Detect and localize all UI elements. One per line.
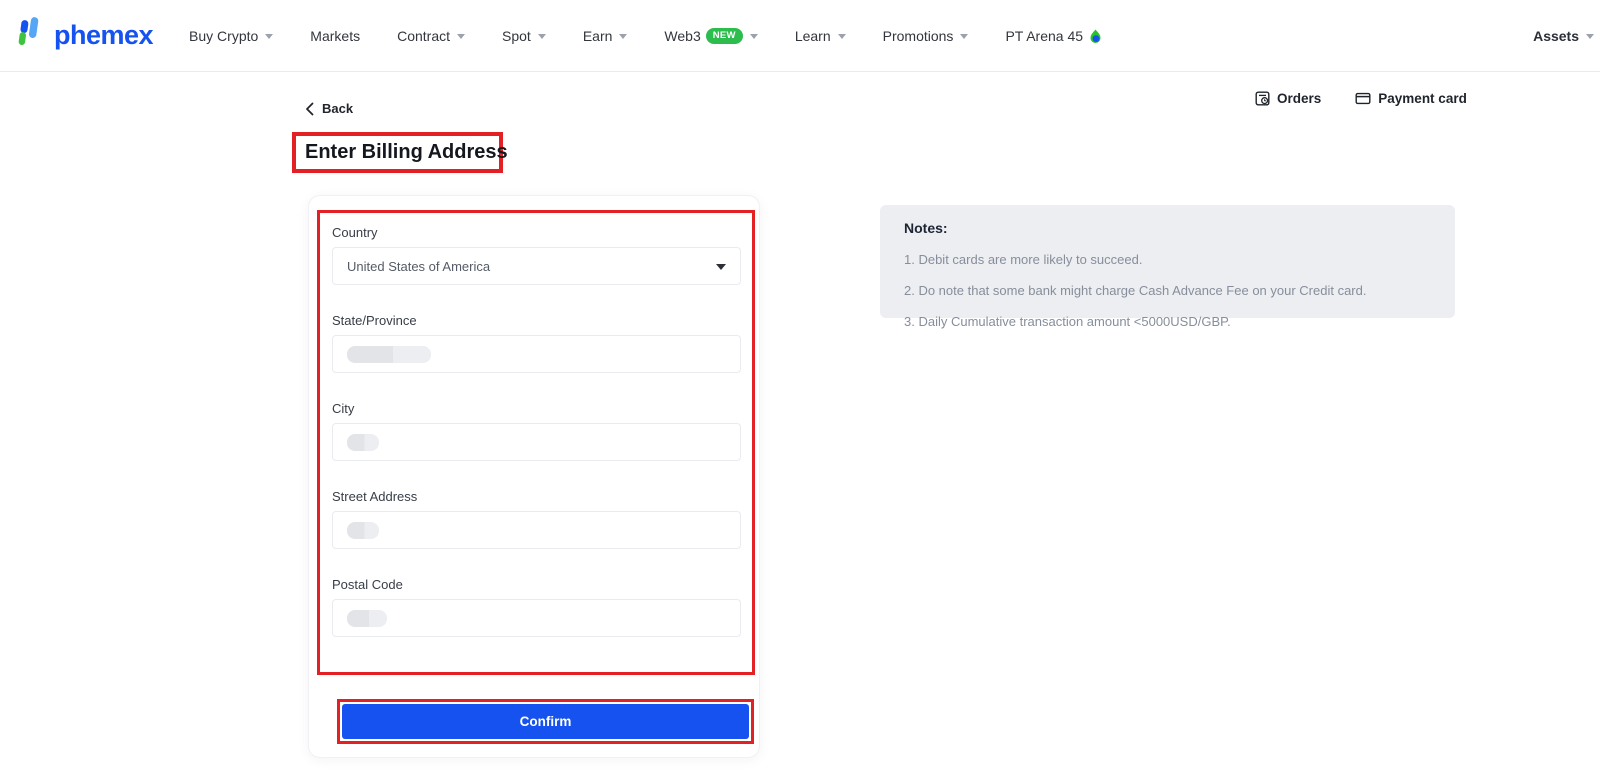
- notes-list: 1. Debit cards are more likely to succee…: [904, 252, 1431, 329]
- payment-card-label: Payment card: [1378, 91, 1467, 106]
- nav-item-learn[interactable]: Learn: [795, 28, 846, 44]
- note-item: 1. Debit cards are more likely to succee…: [904, 252, 1431, 267]
- nav-item-label: Earn: [583, 28, 613, 44]
- notes-title: Notes:: [904, 220, 1431, 236]
- notes-panel: Notes: 1. Debit cards are more likely to…: [880, 205, 1455, 318]
- nav-item-contract[interactable]: Contract: [397, 28, 465, 44]
- redacted-value: [347, 610, 387, 627]
- confirm-button[interactable]: Confirm: [342, 704, 749, 739]
- chevron-down-icon: [1586, 34, 1594, 39]
- main-nav: Buy Crypto Markets Contract Spot Earn Web3 NEW…: [189, 28, 1102, 44]
- city-label: City: [332, 401, 741, 416]
- street-field-group: Street Address: [332, 489, 741, 549]
- nav-item-promotions[interactable]: Promotions: [883, 28, 969, 44]
- title-annotation-box: Enter Billing Address: [292, 132, 503, 173]
- state-field-group: State/Province: [332, 313, 741, 373]
- chevron-down-icon: [538, 34, 546, 39]
- payment-card-button[interactable]: Payment card: [1355, 91, 1467, 106]
- city-field-group: City: [332, 401, 741, 461]
- page: phemex Buy Crypto Markets Contract Spot Earn…: [0, 0, 1600, 783]
- back-label: Back: [322, 101, 353, 116]
- country-label: Country: [332, 225, 741, 240]
- phemex-logo-icon: [14, 13, 50, 58]
- back-button[interactable]: Back: [305, 101, 353, 116]
- note-item: 2. Do note that some bank might charge C…: [904, 283, 1431, 298]
- country-select[interactable]: United States of America: [332, 247, 741, 285]
- nav-item-earn[interactable]: Earn: [583, 28, 628, 44]
- nav-item-buy-crypto[interactable]: Buy Crypto: [189, 28, 273, 44]
- confirm-annotation-box: Confirm: [337, 699, 754, 744]
- chevron-down-icon: [960, 34, 968, 39]
- postal-input[interactable]: [332, 599, 741, 637]
- orders-icon: [1255, 91, 1270, 106]
- new-badge: NEW: [706, 28, 743, 44]
- nav-item-assets[interactable]: Assets: [1533, 28, 1594, 44]
- fields-annotation-box: Country United States of America State/P…: [317, 210, 755, 675]
- assets-label: Assets: [1533, 28, 1579, 44]
- chevron-down-icon: [457, 34, 465, 39]
- nav-item-label: Markets: [310, 28, 360, 44]
- city-input[interactable]: [332, 423, 741, 461]
- state-input[interactable]: [332, 335, 741, 373]
- nav-item-label: Spot: [502, 28, 531, 44]
- orders-label: Orders: [1277, 91, 1321, 106]
- postal-label: Postal Code: [332, 577, 741, 592]
- orders-button[interactable]: Orders: [1255, 91, 1321, 106]
- note-item: 3. Daily Cumulative transaction amount <…: [904, 314, 1431, 329]
- chevron-down-icon: [265, 34, 273, 39]
- nav-item-pt-arena-45[interactable]: PT Arena 45: [1005, 28, 1102, 44]
- redacted-value: [347, 434, 379, 451]
- nav-item-label: Contract: [397, 28, 450, 44]
- page-title: Enter Billing Address: [296, 141, 508, 164]
- nav-item-label: Buy Crypto: [189, 28, 258, 44]
- phemex-logo-text: phemex: [54, 20, 153, 51]
- payment-card-icon: [1355, 91, 1371, 106]
- nav-item-markets[interactable]: Markets: [310, 28, 360, 44]
- chevron-down-icon: [750, 34, 758, 39]
- nav-item-label: Promotions: [883, 28, 954, 44]
- nav-item-spot[interactable]: Spot: [502, 28, 546, 44]
- billing-address-card: Country United States of America State/P…: [308, 195, 760, 758]
- redacted-value: [347, 346, 431, 363]
- header-actions: Orders Payment card: [1255, 91, 1467, 106]
- state-label: State/Province: [332, 313, 741, 328]
- postal-field-group: Postal Code: [332, 577, 741, 637]
- nav-item-label: PT Arena 45: [1005, 28, 1083, 44]
- chevron-left-icon: [305, 102, 314, 116]
- chevron-down-icon: [619, 34, 627, 39]
- country-value: United States of America: [347, 259, 490, 274]
- nav-item-web3[interactable]: Web3 NEW: [664, 28, 757, 44]
- nav-item-label: Web3: [664, 28, 700, 44]
- street-label: Street Address: [332, 489, 741, 504]
- country-field-group: Country United States of America: [332, 225, 741, 285]
- street-input[interactable]: [332, 511, 741, 549]
- redacted-value: [347, 522, 379, 539]
- nav-item-label: Learn: [795, 28, 831, 44]
- chevron-down-icon: [716, 264, 726, 270]
- top-navbar: phemex Buy Crypto Markets Contract Spot Earn…: [0, 0, 1600, 72]
- chevron-down-icon: [838, 34, 846, 39]
- phemex-logo[interactable]: phemex: [14, 13, 153, 58]
- flame-icon: [1089, 29, 1102, 44]
